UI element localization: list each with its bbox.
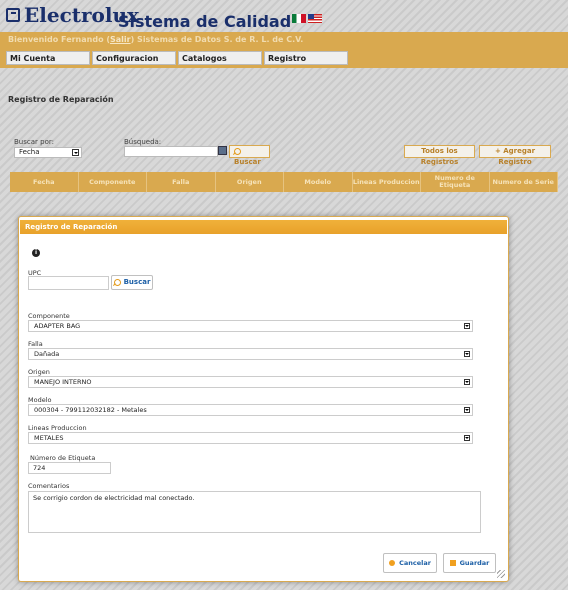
origen-label: Origen bbox=[28, 368, 50, 376]
dialog-title[interactable]: Registro de Reparación bbox=[20, 220, 507, 234]
column-header[interactable]: Origen bbox=[216, 172, 284, 192]
chevron-down-icon bbox=[464, 407, 470, 413]
componente-select[interactable]: ADAPTER BAG bbox=[28, 320, 473, 332]
column-header[interactable]: Numero de Serie bbox=[490, 172, 558, 192]
menu-item-mi-cuenta[interactable]: Mi Cuenta bbox=[6, 51, 90, 65]
etiqueta-input[interactable]: 724 bbox=[28, 462, 111, 474]
mexico-flag-icon[interactable] bbox=[292, 14, 306, 23]
search-by-value: Fecha bbox=[19, 148, 40, 156]
chevron-down-icon bbox=[464, 435, 470, 441]
main-menu: Mi Cuenta Configuracion Catalogos Regist… bbox=[6, 51, 350, 65]
all-records-button[interactable]: Todos los Registros bbox=[404, 145, 475, 166]
page-title: Registro de Reparación bbox=[8, 95, 114, 104]
upc-input[interactable] bbox=[28, 276, 109, 290]
resize-grip-icon[interactable] bbox=[497, 570, 505, 578]
search-label: Búsqueda: bbox=[124, 138, 162, 146]
origen-select[interactable]: MANEJO INTERNO bbox=[28, 376, 473, 388]
column-header[interactable]: Fecha bbox=[10, 172, 79, 192]
save-button[interactable]: Guardar bbox=[443, 553, 496, 573]
save-label: Guardar bbox=[459, 559, 490, 567]
origen-value: MANEJO INTERNO bbox=[34, 378, 92, 386]
lineas-select[interactable]: METALES bbox=[28, 432, 473, 444]
lineas-label: Lineas Produccion bbox=[28, 424, 87, 432]
column-header[interactable]: Falla bbox=[147, 172, 216, 192]
logout-link[interactable]: Salir bbox=[110, 35, 131, 44]
menu-item-registro[interactable]: Registro bbox=[264, 51, 348, 65]
column-header[interactable]: Modelo bbox=[284, 172, 353, 192]
comentarios-label: Comentarios bbox=[28, 482, 70, 490]
modelo-value: 000304 - 799112032182 - Metales bbox=[34, 406, 147, 414]
save-icon bbox=[449, 560, 456, 566]
column-header[interactable]: Componente bbox=[79, 172, 147, 192]
chevron-down-icon bbox=[464, 379, 470, 385]
electrolux-logo-icon bbox=[6, 8, 20, 22]
search-by-label: Buscar por: bbox=[14, 138, 54, 146]
lineas-value: METALES bbox=[34, 434, 64, 442]
search-input[interactable] bbox=[124, 146, 218, 157]
upc-search-label: Buscar bbox=[123, 278, 151, 286]
search-by-select[interactable]: Fecha bbox=[14, 147, 82, 158]
info-icon: i bbox=[32, 249, 40, 257]
add-record-button[interactable]: + Agregar Registro bbox=[479, 145, 551, 166]
search-button-label: Buscar bbox=[234, 158, 261, 166]
app-title: Sistema de Calidad bbox=[118, 12, 292, 31]
menu-item-catalogos[interactable]: Catalogos bbox=[178, 51, 262, 65]
table-header: Fecha Componente Falla Origen Modelo Lin… bbox=[10, 172, 558, 192]
falla-label: Falla bbox=[28, 340, 43, 348]
etiqueta-label: Número de Etiqueta bbox=[30, 454, 96, 462]
welcome-text: Bienvenido Fernando (Salir) Sistemas de … bbox=[8, 35, 303, 44]
column-header[interactable]: Numero de Etiqueta bbox=[421, 172, 490, 192]
falla-value: Dañada bbox=[34, 350, 60, 358]
search-button[interactable]: Buscar bbox=[229, 145, 270, 166]
modelo-select[interactable]: 000304 - 799112032182 - Metales bbox=[28, 404, 473, 416]
chevron-down-icon bbox=[464, 351, 470, 357]
language-flags bbox=[292, 14, 322, 23]
upc-search-button[interactable]: Buscar bbox=[111, 275, 153, 290]
search-icon bbox=[234, 147, 241, 155]
falla-select[interactable]: Dañada bbox=[28, 348, 473, 360]
column-header[interactable]: Lineas Produccion bbox=[353, 172, 421, 192]
modelo-label: Modelo bbox=[28, 396, 52, 404]
usa-flag-icon[interactable] bbox=[308, 14, 322, 23]
comentarios-textarea[interactable]: Se corrigio cordon de electricidad mal c… bbox=[28, 491, 481, 533]
welcome-suffix: ) Sistemas de Datos S. de R. L. de C.V. bbox=[130, 35, 304, 44]
menu-item-configuracion[interactable]: Configuracion bbox=[92, 51, 176, 65]
calendar-icon[interactable] bbox=[218, 146, 227, 155]
componente-label: Componente bbox=[28, 312, 70, 320]
welcome-prefix: Bienvenido Fernando ( bbox=[8, 35, 111, 44]
chevron-down-icon bbox=[72, 149, 79, 156]
repair-record-dialog: Registro de Reparación i UPC Buscar Comp… bbox=[18, 216, 509, 582]
chevron-down-icon bbox=[464, 323, 470, 329]
cancel-icon bbox=[389, 560, 396, 566]
cancel-button[interactable]: Cancelar bbox=[383, 553, 437, 573]
search-icon bbox=[113, 278, 121, 286]
cancel-label: Cancelar bbox=[399, 559, 431, 567]
componente-value: ADAPTER BAG bbox=[34, 322, 81, 330]
